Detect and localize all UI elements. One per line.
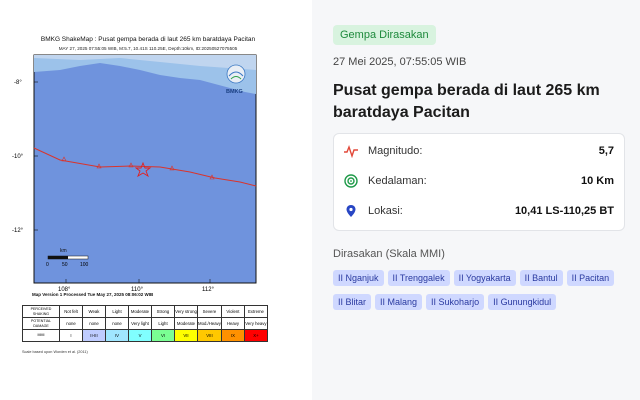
felt-area-tag: II Bantul xyxy=(519,270,563,286)
magnitude-label: Magnitudo: xyxy=(368,145,423,157)
mmi-cell: VII xyxy=(174,329,198,342)
mmi-cell: I xyxy=(59,329,83,342)
shaking-cell: Violent xyxy=(220,305,245,318)
mmi-legend-table: PERCEIVED SHAKING Not felt Weak Light Mo… xyxy=(22,305,268,342)
shaking-cell: Moderate xyxy=(128,305,152,318)
potential-damage-row: POTENTIAL DAMAGE none none none Very lig… xyxy=(22,317,268,330)
damage-cell: Light xyxy=(151,317,175,330)
mmi-cell: X+ xyxy=(243,329,268,342)
location-value: 10,41 LS-110,25 BT xyxy=(514,205,614,217)
mmi-cell: II-III xyxy=(82,329,106,342)
damage-cell: Mod./Heavy xyxy=(197,317,222,330)
event-datetime: 27 Mei 2025, 07:55:05 WIB xyxy=(333,56,467,68)
scale-unit: km xyxy=(60,248,67,254)
depth-label: Kedalaman: xyxy=(368,175,427,187)
perceived-shaking-row: PERCEIVED SHAKING Not felt Weak Light Mo… xyxy=(22,305,268,318)
felt-area-tag: II Malang xyxy=(375,294,423,310)
map-processed-text: Map Version 1 Processed Tue May 27, 2025… xyxy=(32,292,154,297)
shaking-cell: Severe xyxy=(197,305,222,318)
shaking-cell: Strong xyxy=(151,305,175,318)
shaking-cell: Weak xyxy=(82,305,106,318)
damage-cell: none xyxy=(82,317,106,330)
map-pin-icon xyxy=(346,205,356,217)
damage-cell: none xyxy=(105,317,129,330)
depth-value: 10 Km xyxy=(580,175,614,187)
lat-label-8: -8° xyxy=(14,80,22,86)
mmi-cell: VI xyxy=(151,329,175,342)
felt-area-tag: II Yogyakarta xyxy=(453,270,516,286)
lat-label-12: -12° xyxy=(12,228,24,234)
location-label: Lokasi: xyxy=(368,205,403,217)
damage-cell: none xyxy=(59,317,83,330)
felt-status-badge: Gempa Dirasakan xyxy=(333,25,436,45)
felt-area-tag: II Trenggalek xyxy=(387,270,450,286)
potential-damage-label: POTENTIAL DAMAGE xyxy=(22,317,60,330)
damage-cell: Very light xyxy=(128,317,152,330)
felt-area-tag: II Blitar xyxy=(333,294,372,310)
event-headline: Pusat gempa berada di laut 265 km baratd… xyxy=(333,82,600,121)
mmi-label: MMI xyxy=(22,329,60,342)
mmi-cell: IV xyxy=(105,329,129,342)
magnitude-row: Magnitudo: 5,7 xyxy=(344,142,614,162)
pulse-icon xyxy=(344,144,358,158)
scale-tick-100: 100 xyxy=(80,262,89,268)
target-icon xyxy=(344,174,358,188)
lat-label-10: -10° xyxy=(12,154,24,160)
location-row: Lokasi: 10,41 LS-110,25 BT xyxy=(344,202,614,222)
damage-cell: Moderate xyxy=(174,317,198,330)
scale-tick-0: 0 xyxy=(46,262,49,268)
mmi-row: MMI I II-III IV V VI VII VIII IX X+ xyxy=(22,329,268,342)
shaking-cell: Extreme xyxy=(243,305,268,318)
felt-areas-list: II Nganjuk II Trenggalek II Yogyakarta II B… xyxy=(333,268,633,316)
felt-areas-heading: Dirasakan (Skala MMI) xyxy=(333,248,445,260)
felt-area-tag: II Gunungkidul xyxy=(488,294,557,310)
scale-tick-50: 50 xyxy=(62,262,68,268)
event-details-card: Magnitudo: 5,7 Kedalaman: 10 Km Lokasi: … xyxy=(333,133,625,231)
damage-cell: Heavy xyxy=(220,317,245,330)
shakemap-image: -8° -10° -12° 108° 110° 112° km 0 50 100… xyxy=(12,54,257,293)
bmkg-logo: BMKG xyxy=(226,64,246,95)
svg-text:BMKG: BMKG xyxy=(226,89,243,95)
depth-row: Kedalaman: 10 Km xyxy=(344,172,614,192)
shaking-cell: Very strong xyxy=(174,305,198,318)
lon-label-112: 112° xyxy=(202,287,215,293)
felt-area-tag: II Sukoharjo xyxy=(426,294,485,310)
felt-area-tag: II Pacitan xyxy=(566,270,615,286)
damage-cell: Very heavy xyxy=(243,317,268,330)
mmi-cell: IX xyxy=(220,329,245,342)
magnitude-value: 5,7 xyxy=(598,145,614,157)
perceived-shaking-label: PERCEIVED SHAKING xyxy=(22,305,60,318)
shaking-cell: Not felt xyxy=(59,305,83,318)
mmi-cell: VIII xyxy=(197,329,222,342)
shakemap-panel: BMKG ShakeMap : Pusat gempa berada di la… xyxy=(0,0,312,400)
scale-reference: Scale based upon Worden et al. (2011) xyxy=(22,350,88,354)
felt-area-tag: II Nganjuk xyxy=(333,270,384,286)
shaking-cell: Light xyxy=(105,305,129,318)
sea-area xyxy=(33,54,257,284)
mmi-cell: V xyxy=(128,329,152,342)
